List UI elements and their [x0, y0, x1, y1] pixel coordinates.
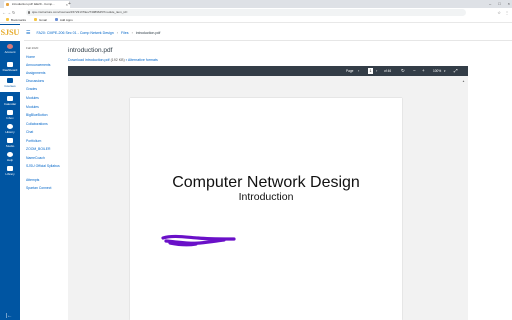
alt-formats-icon: ▪	[125, 58, 128, 62]
course-nav-attempts[interactable]: Attempts	[26, 178, 39, 182]
inbox-icon	[7, 110, 13, 115]
course-nav-home[interactable]: Home	[26, 55, 35, 59]
url-field[interactable]: sjsu.instructure.com/courses/1572317/fil…	[26, 9, 466, 16]
pdf-page-title: Computer Network Design	[172, 174, 360, 191]
course-nav-bigbluebutton[interactable]: BigBlueButton	[26, 113, 48, 117]
tab-title: introduction.pdf: EE29 - Comp...	[12, 2, 55, 6]
scroll-up-icon[interactable]: ▲	[462, 79, 465, 83]
page-total: of 46	[384, 69, 392, 73]
gmail-folder-icon	[34, 18, 38, 21]
zoom-level[interactable]: 100%	[433, 66, 441, 76]
bookmarks-bar: Bookmarks Gmail Add Apps	[0, 17, 512, 23]
calendar-icon	[7, 96, 13, 101]
course-nav-grades[interactable]: Grades	[26, 87, 37, 91]
hamburger-menu-icon[interactable]: ☰	[26, 30, 30, 36]
global-nav-calendar[interactable]: Calendar	[0, 96, 20, 106]
rotate-icon[interactable]: ↻	[401, 66, 405, 76]
zoom-dropdown-icon[interactable]: ▾	[444, 66, 446, 76]
collapse-nav-icon[interactable]: |←	[6, 314, 14, 319]
course-nav-syllabus[interactable]: SJSU Official Syllabus	[26, 164, 62, 168]
browser-tab[interactable]: introduction.pdf: EE29 - Comp... ×	[4, 1, 70, 8]
breadcrumb-separator: ›	[116, 31, 118, 35]
bookmark-item[interactable]: Bookmarks	[6, 17, 26, 22]
course-nav-spartan-connect[interactable]: Spartan Connect	[26, 186, 51, 190]
global-nav: SJSU Account Dashboard Courses Calendar …	[0, 24, 20, 320]
course-nav-modules-2[interactable]: Modules	[26, 105, 39, 109]
course-nav-modules[interactable]: Modules	[26, 96, 39, 100]
global-nav-help[interactable]: Help	[0, 152, 20, 162]
download-link[interactable]: Download introduction.pdf	[68, 58, 110, 62]
prev-page-icon[interactable]: ‹	[358, 66, 359, 76]
download-row: Download introduction.pdf (192 KB) ▪ Alt…	[68, 58, 158, 62]
zoom-out-icon[interactable]: −	[413, 66, 416, 76]
window-controls: – □ ×	[489, 0, 510, 8]
course-nav-announcements[interactable]: Announcements	[26, 63, 51, 67]
account-avatar-icon	[7, 44, 13, 49]
alt-formats-link[interactable]: Alternative formats	[128, 58, 158, 62]
apps-icon	[54, 18, 58, 21]
studio-icon	[7, 138, 13, 143]
breadcrumb-current: introduction.pdf	[135, 31, 161, 35]
menu-dots-icon[interactable]: ⋮	[505, 8, 509, 17]
close-window-icon[interactable]: ×	[508, 0, 510, 8]
canvas-favicon-icon	[6, 3, 9, 6]
history-clock-icon	[7, 124, 13, 129]
bookmark-item[interactable]: Gmail	[34, 17, 47, 22]
zoom-in-icon[interactable]: +	[422, 66, 425, 76]
pdf-page: Computer Network Design Introduction	[130, 98, 402, 320]
breadcrumb-divider	[24, 40, 512, 41]
new-tab-icon[interactable]: +	[68, 1, 71, 7]
global-nav-history[interactable]: History	[0, 124, 20, 134]
help-icon	[7, 152, 13, 157]
file-title: introduction.pdf	[68, 47, 113, 54]
sjsu-logo[interactable]: SJSU	[0, 25, 20, 41]
global-nav-library[interactable]: Library	[0, 166, 20, 176]
minimize-icon[interactable]: –	[489, 0, 491, 8]
file-size: (192 KB)	[110, 58, 125, 62]
bookmark-item[interactable]: Add Apps	[54, 17, 73, 22]
course-nav-chat[interactable]: Chat	[26, 130, 33, 134]
course-nav-assignments[interactable]: Assignments	[26, 71, 45, 75]
courses-book-icon	[7, 78, 13, 83]
pdf-toolbar: Page ‹ 1 › of 46 ↻ − + 100% ▾ ⤢	[68, 66, 468, 76]
lock-icon	[28, 11, 30, 14]
course-nav-discussions[interactable]: Discussions	[26, 79, 44, 83]
course-term: Fall 2020	[26, 46, 39, 50]
browser-tabbar: introduction.pdf: EE29 - Comp... × + – □…	[0, 0, 512, 8]
course-nav-collaborations[interactable]: Collaborations	[26, 122, 48, 126]
next-page-icon[interactable]: ›	[376, 66, 377, 76]
reload-icon[interactable]: ↻	[12, 10, 16, 15]
breadcrumb-course[interactable]: FA20: CMPE-206 Sec 01 - Comp Netwrk Desi…	[36, 31, 113, 35]
url-text: sjsu.instructure.com/courses/1572317/fil…	[32, 10, 128, 14]
extensions: ☆ ⋮	[497, 8, 509, 17]
library-icon	[7, 166, 13, 171]
global-nav-courses[interactable]: Courses	[0, 76, 20, 92]
page-label: Page	[346, 69, 354, 73]
breadcrumb-files[interactable]: Files	[121, 31, 129, 35]
breadcrumb: ☰ FA20: CMPE-206 Sec 01 - Comp Netwrk De…	[26, 30, 160, 36]
course-nav-namecoach[interactable]: NameCoach	[26, 156, 45, 160]
global-nav-studio[interactable]: Studio	[0, 138, 20, 148]
course-nav-portfolium[interactable]: Portfolium	[26, 139, 41, 143]
pdf-scrollbar[interactable]: ▲	[462, 79, 466, 317]
global-nav-inbox[interactable]: Inbox	[0, 110, 20, 120]
breadcrumb-separator: ›	[131, 31, 133, 35]
dashboard-icon	[7, 62, 13, 67]
redaction-scribble	[161, 234, 236, 247]
pdf-page-subtitle: Introduction	[238, 191, 294, 203]
global-nav-dashboard[interactable]: Dashboard	[0, 62, 20, 72]
global-nav-account[interactable]: Account	[0, 44, 20, 54]
star-icon[interactable]: ☆	[497, 8, 501, 17]
fullscreen-icon[interactable]: ⤢	[454, 66, 458, 76]
maximize-icon[interactable]: □	[498, 0, 500, 8]
pdf-viewer: Page ‹ 1 › of 46 ↻ − + 100% ▾ ⤢ ▲ Comput…	[68, 66, 468, 320]
page-number-input[interactable]: 1	[368, 68, 373, 74]
bookmarks-folder-icon	[6, 18, 9, 21]
course-nav-zoom[interactable]: ZOOM_BOILER	[26, 147, 51, 151]
